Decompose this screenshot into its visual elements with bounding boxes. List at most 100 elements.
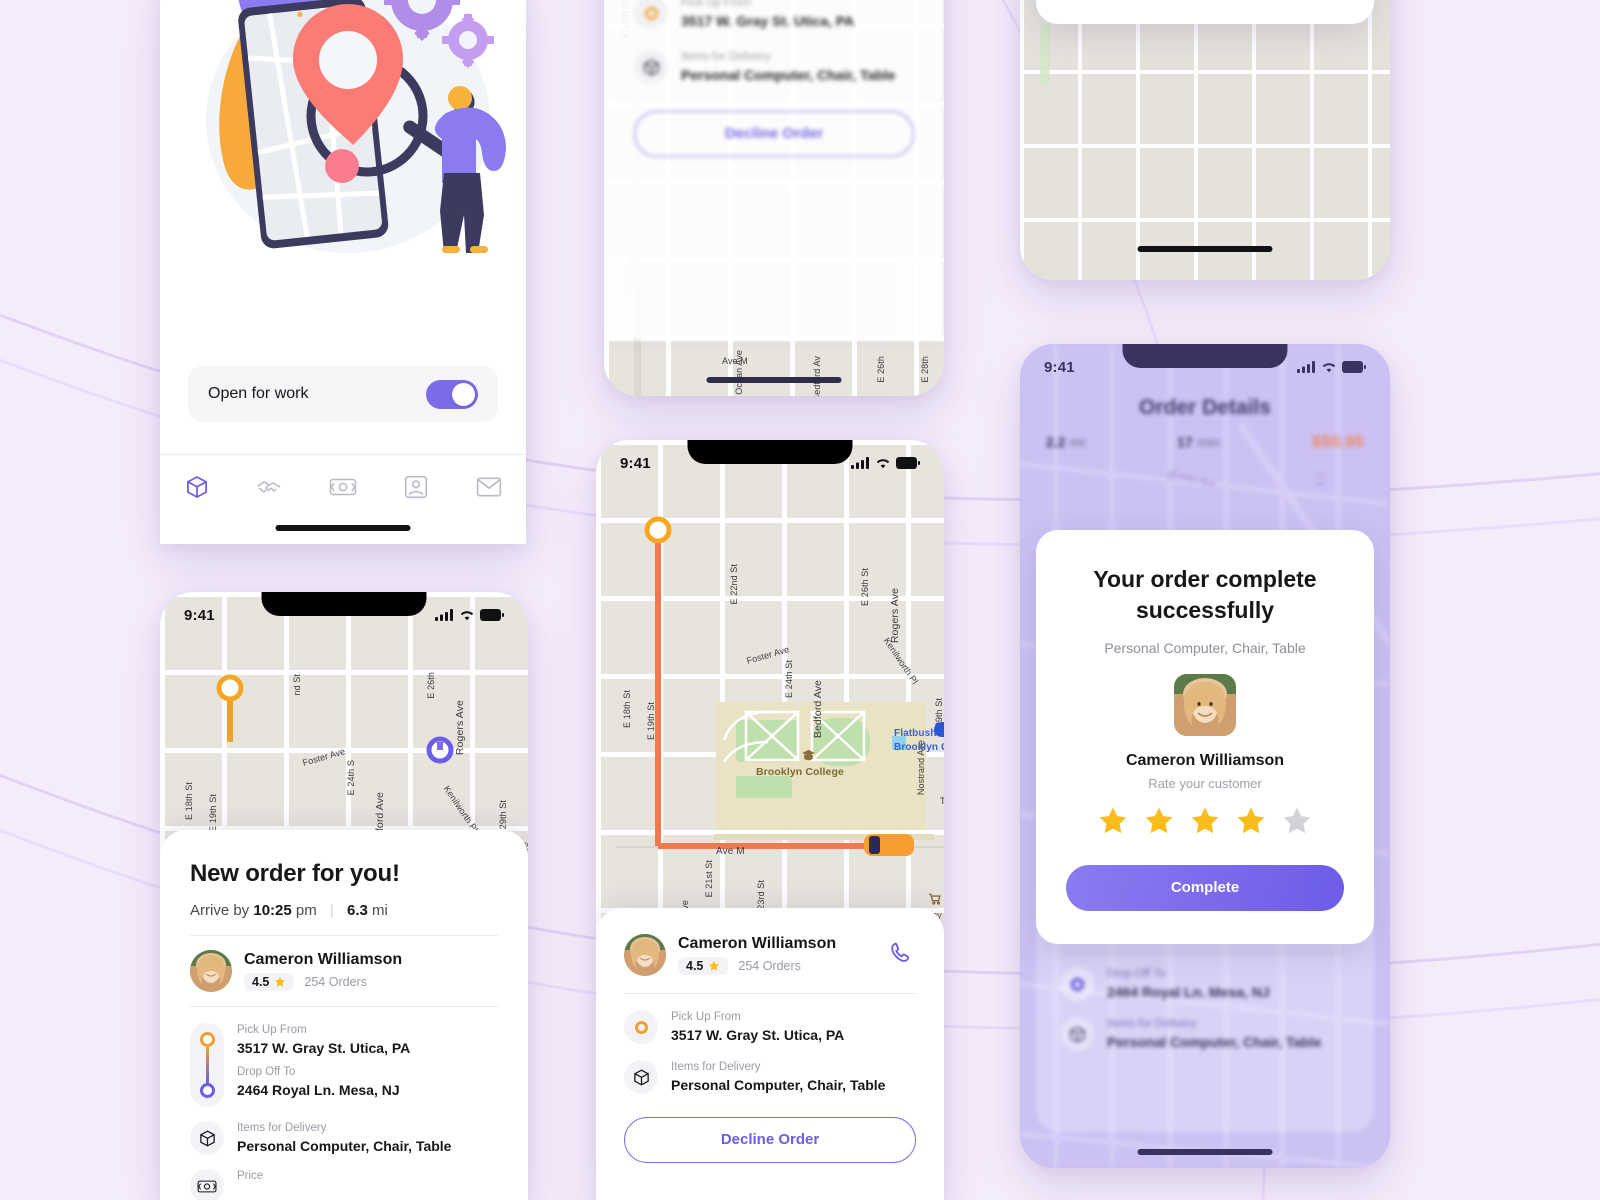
rating-badge: 4.5 bbox=[244, 973, 295, 991]
phone-dropoff-screen: E 18th St St n Ave E 2 ford A E 26 E 28 … bbox=[1020, 0, 1390, 280]
dropoff-label: Drop Off To bbox=[237, 1066, 296, 1079]
star-icon-3[interactable] bbox=[1189, 805, 1221, 837]
cash-icon bbox=[197, 1180, 217, 1193]
modal-items: Personal Computer, Chair, Table bbox=[1104, 639, 1306, 656]
avatar bbox=[1174, 673, 1236, 736]
new-order-sheet: New order for you! Arrive by 10:25 pm | … bbox=[160, 830, 528, 1200]
stat-distance: 2.2 mi bbox=[1046, 434, 1085, 450]
items-label: Items for Delivery bbox=[671, 1061, 761, 1074]
modal-title-line1: Your order complete bbox=[1093, 566, 1317, 592]
pickup-label: Pick Up From bbox=[671, 1011, 741, 1023]
pickup-value: 3517 W. Gray St. Utica, PA bbox=[237, 1039, 411, 1056]
dropoff-icon-circle bbox=[1060, 967, 1094, 1001]
box-icon bbox=[186, 476, 207, 498]
cart-icon bbox=[929, 893, 941, 905]
phone-accept-order-screen: E 18th St Ocean Ave Ave M Bedford Av E 2… bbox=[604, 0, 944, 396]
open-for-work-label: Open for work bbox=[208, 385, 309, 402]
star-icon bbox=[709, 961, 720, 971]
user-icon bbox=[405, 475, 428, 499]
phone-order-complete-screen: E 18th St Foster Ave St Be E 2 Rogers A … bbox=[1020, 344, 1390, 1168]
notch bbox=[261, 592, 427, 616]
home-indicator bbox=[1137, 1149, 1273, 1155]
divider bbox=[190, 935, 498, 936]
items-label: Items for Delivery bbox=[237, 1122, 327, 1134]
customer-name: Cameron Williamson bbox=[244, 951, 403, 968]
phone-home-screen: Open for work bbox=[160, 0, 526, 544]
items-icon-circle bbox=[1060, 1017, 1094, 1052]
phone-icon[interactable] bbox=[888, 940, 914, 966]
phone-enroute-screen: E 18th St E 19th St Ocean Ave E 21st St … bbox=[596, 440, 944, 1200]
handshake-icon bbox=[257, 481, 281, 494]
pickup-value: 3517 W. Gray St. Utica, PA bbox=[671, 1026, 845, 1043]
toggle-knob bbox=[452, 382, 475, 406]
under-pickup-value: 3517 W. Gray St. Utica, PA bbox=[681, 12, 855, 29]
box-icon bbox=[199, 1129, 215, 1147]
order-stats-row: 2.2 mi 17 min $50.95 bbox=[1020, 432, 1390, 452]
tab-earnings[interactable] bbox=[326, 472, 360, 502]
open-for-work-row[interactable]: Open for work bbox=[188, 366, 498, 422]
tab-messages[interactable] bbox=[472, 472, 506, 502]
college-icon bbox=[802, 749, 815, 761]
items-value: Personal Computer, Chair, Table bbox=[237, 1137, 452, 1154]
pickup-icon-circle bbox=[624, 1010, 658, 1044]
home-indicator bbox=[275, 525, 411, 531]
notch bbox=[687, 440, 853, 464]
map-canvas[interactable]: E 18th St St n Ave E 2 ford A E 26 E 28 … bbox=[1020, 0, 1390, 280]
items-icon-circle bbox=[624, 1060, 658, 1095]
map-poi-brooklyn-c: Brooklyn C bbox=[894, 742, 944, 753]
cash-icon bbox=[329, 478, 357, 496]
dropoff-info-card: Cameron Williamson 4.5 254 Orders Dr bbox=[1036, 0, 1374, 24]
divider bbox=[190, 1006, 498, 1007]
box-icon bbox=[1069, 1026, 1085, 1043]
enroute-order-sheet: Cameron Williamson 4.5 254 Orders Pick U… bbox=[596, 908, 944, 1200]
page-title: New order for you! bbox=[190, 860, 400, 887]
box-icon bbox=[633, 1069, 649, 1086]
items-icon-circle bbox=[190, 1121, 224, 1155]
box-icon bbox=[643, 59, 659, 76]
route-rail bbox=[190, 1023, 224, 1107]
customer-name: Cameron Williamson bbox=[678, 935, 837, 952]
tab-profile[interactable] bbox=[399, 472, 433, 502]
star-rating[interactable] bbox=[1066, 805, 1344, 837]
star-icon-4[interactable] bbox=[1235, 805, 1267, 837]
subway-badge bbox=[934, 722, 944, 737]
price-icon-circle bbox=[190, 1169, 224, 1200]
order-details-title: Order Details bbox=[1139, 396, 1271, 419]
under-items-value: Personal Computer, Chair, Table bbox=[1107, 1033, 1322, 1050]
divider bbox=[624, 993, 916, 994]
mail-icon bbox=[477, 477, 502, 497]
underlying-order-sheet: Pick Up From 3517 W. Gray St. Utica, PA … bbox=[604, 0, 944, 340]
notch bbox=[1122, 344, 1288, 368]
rate-prompt: Rate your customer bbox=[1148, 775, 1262, 791]
star-icon-5[interactable] bbox=[1281, 805, 1313, 837]
pickup-dot bbox=[199, 1032, 215, 1047]
pickup-icon-circle bbox=[634, 0, 668, 30]
stat-price: $50.95 bbox=[1311, 432, 1364, 451]
under-dropoff-label: Drop Off To bbox=[1107, 968, 1166, 980]
home-indicator bbox=[1137, 246, 1273, 252]
complete-button[interactable]: Complete bbox=[1066, 864, 1344, 911]
modal-customer-name: Cameron Williamson bbox=[1125, 751, 1285, 769]
star-icon-2[interactable] bbox=[1143, 805, 1175, 837]
order-complete-modal: Your order complete successfully Persona… bbox=[1036, 530, 1374, 944]
tab-deals[interactable] bbox=[253, 472, 287, 502]
customer-row: Cameron Williamson 4.5 254 Orders bbox=[190, 950, 498, 992]
tab-orders[interactable] bbox=[180, 472, 214, 502]
rating-badge: 4.5 bbox=[678, 957, 729, 975]
avatar bbox=[190, 950, 232, 992]
orders-count: 254 Orders bbox=[304, 975, 367, 989]
decline-order-button[interactable]: Decline Order bbox=[624, 1116, 916, 1163]
orders-count: 254 Orders bbox=[738, 959, 801, 973]
under-items-label: Items for Delivery bbox=[1107, 1018, 1197, 1031]
map-poi-brooklyn-college: Brooklyn College bbox=[756, 766, 844, 778]
customer-row: Cameron Williamson 4.5 254 Orders bbox=[624, 934, 916, 976]
dropoff-dot bbox=[199, 1083, 215, 1098]
price-label: Price bbox=[237, 1170, 264, 1183]
under-items-value: Personal Computer, Chair, Table bbox=[681, 66, 896, 83]
items-value: Personal Computer, Chair, Table bbox=[671, 1076, 886, 1093]
under-items-label: Items for Delivery bbox=[681, 51, 771, 64]
phone-new-order-screen: E 18th St E 19th St Ocean E 21st S E 23r… bbox=[160, 592, 528, 1200]
under-decline-order-button[interactable]: Decline Order bbox=[634, 110, 914, 157]
open-for-work-toggle[interactable] bbox=[426, 379, 478, 409]
star-icon-1[interactable] bbox=[1097, 805, 1129, 837]
